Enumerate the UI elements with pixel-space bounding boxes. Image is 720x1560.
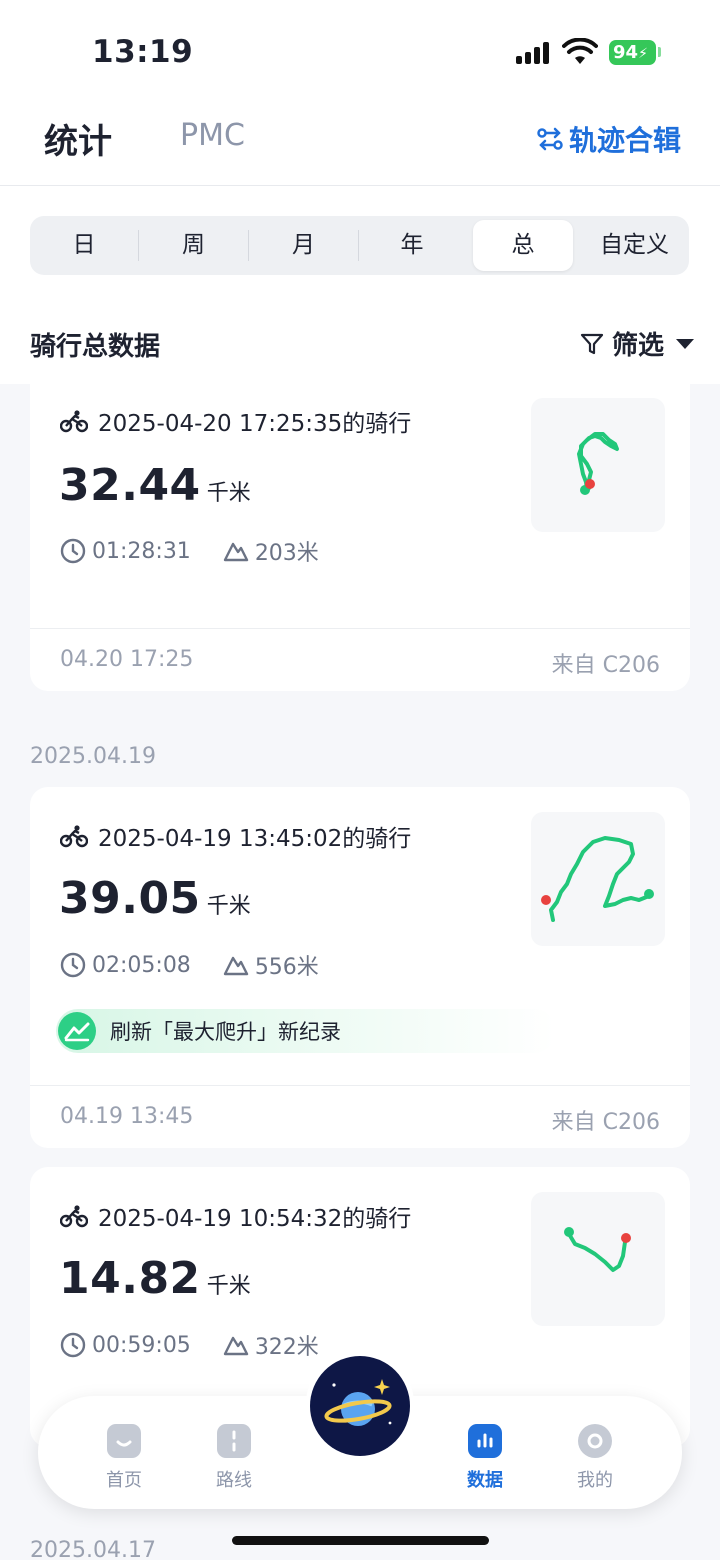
elevation: 556米: [223, 949, 319, 981]
card-footer: 04.19 13:45 来自 C206: [30, 1085, 690, 1147]
elevation-value: 322米: [254, 1335, 319, 1360]
ride-title-text: 2025-04-19 13:45:02的骑行: [98, 826, 412, 852]
ride-title-text: 2025-04-20 17:25:35的骑行: [98, 411, 412, 437]
tab-pmc[interactable]: PMC: [180, 118, 245, 153]
period-tab-year[interactable]: 年: [359, 220, 465, 271]
route-map: [541, 836, 654, 922]
filter-button[interactable]: 筛选: [580, 325, 695, 362]
cyclist-icon: [60, 825, 88, 848]
battery-level: 94: [613, 42, 639, 63]
route-thumbnail[interactable]: [531, 398, 665, 532]
period-tab-month[interactable]: 月: [249, 220, 358, 271]
nav-label: 我的: [577, 1470, 613, 1491]
ride-meta: 01:28:31 203米: [60, 535, 351, 567]
header-divider: [0, 185, 720, 186]
card-footer: 04.20 17:25 来自 C206: [30, 628, 690, 690]
center-planet-button[interactable]: [310, 1356, 410, 1456]
battery-nub: [658, 47, 661, 57]
period-tab-total[interactable]: 总: [473, 220, 573, 271]
clock-icon: [60, 1332, 86, 1358]
caret-down-icon: [676, 338, 695, 349]
elevation-value: 203米: [254, 541, 319, 566]
cellular-signal-icon: [516, 42, 552, 64]
home-indicator: [232, 1536, 489, 1545]
status-time: 13:19: [92, 34, 194, 70]
battery-icon: 94⚡: [609, 40, 656, 65]
profile-icon: [578, 1424, 612, 1458]
duration-value: 02:05:08: [92, 952, 191, 978]
track-collection-button[interactable]: 轨迹合辑: [537, 119, 681, 159]
duration-value: 01:28:31: [92, 538, 191, 564]
mountain-icon: [223, 542, 249, 562]
date-group-header: 2025.04.19: [30, 744, 156, 769]
date-group-header: 2025.04.17: [30, 1538, 156, 1560]
period-segmented-control: 日 周 月 年 总 自定义: [30, 216, 689, 275]
nav-item-home[interactable]: 首页: [94, 1424, 154, 1492]
duration: 00:59:05: [60, 1332, 191, 1358]
route-swap-icon: [537, 127, 563, 151]
nav-label: 首页: [106, 1470, 142, 1491]
track-collection-label: 轨迹合辑: [569, 124, 682, 157]
ride-title-text: 2025-04-19 10:54:32的骑行: [98, 1206, 412, 1232]
status-bar: 13:19 94⚡: [0, 0, 720, 100]
ride-source: 来自 C206: [551, 653, 660, 678]
elevation: 322米: [223, 1329, 319, 1361]
duration-value: 00:59:05: [92, 1332, 191, 1358]
ride-meta: 00:59:05 322米: [60, 1329, 351, 1361]
ride-datetime: 04.19 13:45: [60, 1104, 194, 1129]
top-header-area: 13:19 94⚡ 统计 PMC 轨迹合辑 日 周 月 年 总 自定义 骑行总数…: [0, 0, 720, 384]
ride-distance: 32.44 千米: [59, 460, 251, 511]
ride-card[interactable]: 2025-04-19 13:45:02的骑行 39.05 千米 02:05:08…: [30, 787, 690, 1148]
route-icon: [217, 1424, 251, 1458]
record-badge-text: 刷新「最大爬升」新纪录: [110, 1020, 341, 1044]
ride-distance: 39.05 千米: [59, 873, 251, 924]
distance-unit: 千米: [206, 894, 251, 919]
route-map: [577, 432, 619, 495]
duration: 01:28:31: [60, 538, 191, 564]
ride-card[interactable]: 2025-04-20 17:25:35的骑行 32.44 千米 01:28:31…: [30, 364, 690, 691]
distance-unit: 千米: [206, 1274, 251, 1299]
elevation-value: 556米: [254, 955, 319, 980]
funnel-icon: [580, 333, 604, 354]
nav-item-route[interactable]: 路线: [204, 1424, 264, 1492]
ride-title: 2025-04-20 17:25:35的骑行: [60, 404, 411, 438]
ride-meta: 02:05:08 556米: [60, 949, 351, 981]
ride-datetime: 04.20 17:25: [60, 647, 194, 672]
section-title: 骑行总数据: [30, 332, 161, 362]
record-badge[interactable]: 刷新「最大爬升」新纪录: [56, 1009, 556, 1053]
mountain-icon: [223, 956, 249, 976]
mountain-icon: [223, 1336, 249, 1356]
nav-label: 路线: [216, 1470, 252, 1491]
distance-value: 39.05: [59, 873, 201, 924]
distance-value: 14.82: [59, 1253, 201, 1304]
nav-label: 数据: [467, 1470, 503, 1491]
ride-distance: 14.82 千米: [59, 1253, 251, 1304]
period-tab-day[interactable]: 日: [30, 220, 138, 271]
nav-item-profile[interactable]: 我的: [565, 1424, 625, 1492]
route-map: [564, 1227, 631, 1272]
cyclist-icon: [60, 1205, 88, 1228]
ride-source: 来自 C206: [551, 1110, 660, 1135]
route-thumbnail[interactable]: [531, 812, 665, 946]
ride-title: 2025-04-19 10:54:32的骑行: [60, 1199, 411, 1233]
cyclist-icon: [60, 410, 88, 433]
distance-unit: 千米: [206, 481, 251, 506]
period-tab-custom[interactable]: 自定义: [580, 220, 689, 271]
tab-statistics[interactable]: 统计: [44, 114, 112, 163]
ride-title: 2025-04-19 13:45:02的骑行: [60, 819, 411, 853]
elevation: 203米: [223, 535, 319, 567]
planet-icon: [324, 1379, 392, 1426]
clock-icon: [60, 538, 86, 564]
data-icon: [468, 1424, 502, 1458]
trend-up-icon: [58, 1012, 96, 1050]
clock-icon: [60, 952, 86, 978]
duration: 02:05:08: [60, 952, 191, 978]
home-icon: [107, 1424, 141, 1458]
filter-label: 筛选: [612, 331, 665, 361]
distance-value: 32.44: [59, 460, 201, 511]
nav-item-data[interactable]: 数据: [455, 1424, 515, 1492]
route-thumbnail[interactable]: [531, 1192, 665, 1326]
period-tab-week[interactable]: 周: [139, 220, 248, 271]
wifi-icon: [562, 38, 598, 64]
